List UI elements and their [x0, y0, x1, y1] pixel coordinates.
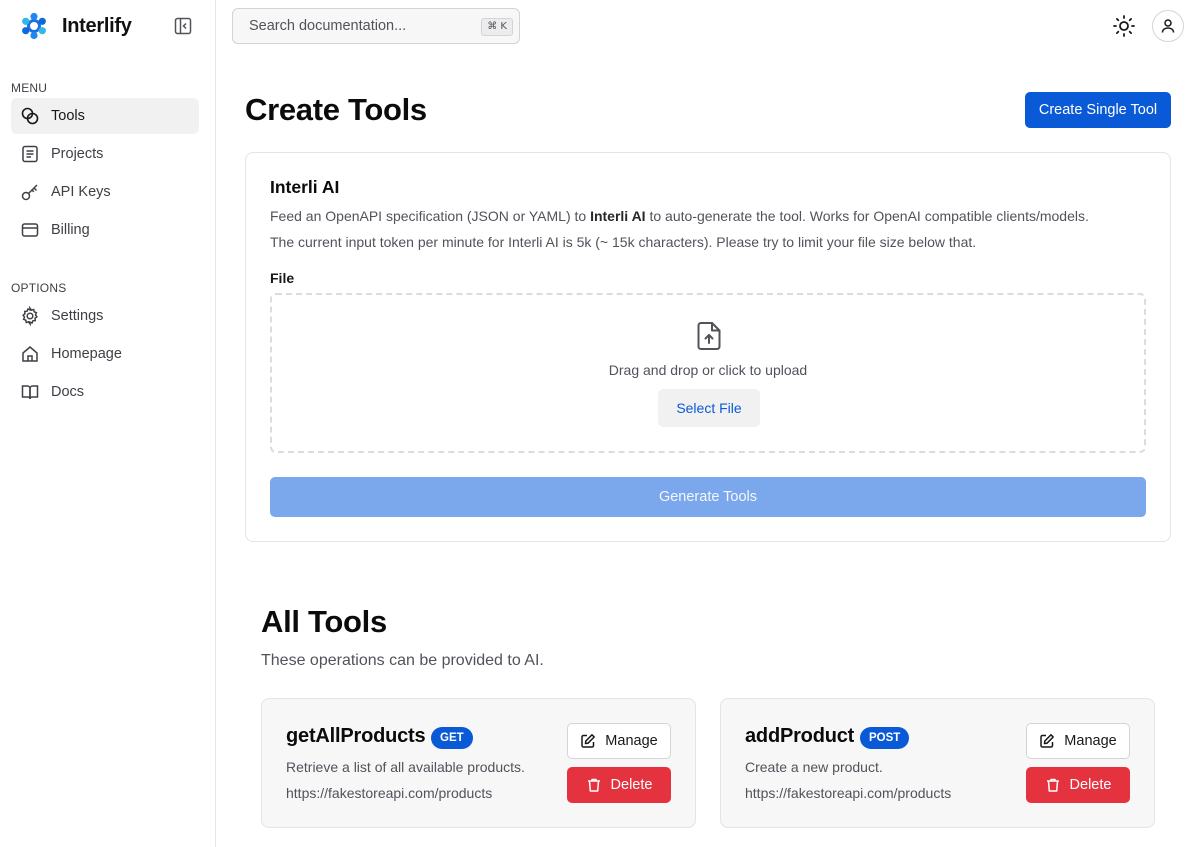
sidebar-item-label: Homepage [51, 346, 122, 362]
search-shortcut-hint: ⌘ K [481, 18, 513, 36]
sun-icon[interactable] [1112, 14, 1136, 38]
generate-tools-button[interactable]: Generate Tools [270, 477, 1146, 517]
card-description: Feed an OpenAPI specification (JSON or Y… [270, 203, 1150, 255]
search-bar[interactable]: ⌘ K [232, 8, 520, 44]
tools-icon [21, 107, 39, 125]
manage-label: Manage [1064, 733, 1117, 749]
sidebar-item-docs[interactable]: Docs [11, 374, 199, 410]
search-input[interactable] [249, 18, 469, 34]
file-label: File [270, 270, 295, 286]
method-badge: POST [860, 727, 910, 749]
delete-button[interactable]: Delete [1026, 767, 1130, 803]
all-tools-title: All Tools [261, 604, 387, 639]
sidebar-item-billing[interactable]: Billing [11, 212, 199, 248]
card-title: Interli AI [270, 177, 340, 197]
manage-label: Manage [605, 733, 658, 749]
delete-label: Delete [610, 777, 653, 793]
tool-name: getAllProducts [286, 725, 426, 747]
gear-icon [22, 306, 38, 326]
app-name: Interlify [62, 14, 132, 37]
credit-card-icon [21, 223, 39, 237]
tool-url: https://fakestoreapi.com/products [745, 785, 952, 801]
sidebar-item-homepage[interactable]: Homepage [11, 336, 199, 372]
book-icon [21, 385, 39, 400]
dropzone-text: Drag and drop or click to upload [608, 362, 808, 378]
tool-description: Create a new product. [745, 759, 883, 775]
sidebar-item-settings[interactable]: Settings [11, 298, 199, 334]
projects-icon [22, 145, 38, 163]
sidebar-item-tools[interactable]: Tools [11, 98, 199, 134]
edit-icon [581, 734, 596, 748]
sidebar-item-label: Docs [51, 384, 85, 400]
select-file-button[interactable]: Select File [658, 389, 760, 427]
collapse-sidebar-icon[interactable] [173, 16, 193, 36]
sidebar-item-api-keys[interactable]: API Keys [11, 174, 199, 210]
key-icon [21, 184, 38, 201]
options-section-label: OPTIONS [11, 281, 67, 295]
interlify-logo-icon [22, 12, 46, 40]
create-single-tool-button[interactable]: Create Single Tool [1025, 92, 1171, 128]
page-title: Create Tools [245, 92, 427, 127]
delete-label: Delete [1069, 777, 1112, 793]
user-avatar-button[interactable] [1152, 10, 1184, 42]
tool-url: https://fakestoreapi.com/products [286, 785, 493, 801]
file-upload-icon [697, 322, 721, 350]
user-icon [1161, 19, 1175, 33]
brand[interactable]: Interlify [20, 11, 132, 41]
manage-button[interactable]: Manage [1026, 723, 1130, 759]
edit-icon [1040, 734, 1055, 748]
file-dropzone[interactable]: Drag and drop or click to upload Select … [270, 293, 1146, 453]
home-icon [22, 346, 38, 362]
sidebar-item-label: Tools [51, 108, 85, 124]
sidebar: Interlify MENU Tools Projects API Keys B… [0, 0, 216, 847]
sidebar-item-label: Projects [51, 146, 104, 162]
sidebar-item-label: API Keys [51, 184, 111, 200]
description-line-2: The current input token per minute for I… [270, 234, 977, 250]
sidebar-item-label: Billing [51, 222, 90, 238]
tool-name: addProduct [745, 725, 855, 747]
sidebar-item-projects[interactable]: Projects [11, 136, 199, 172]
tool-card: addProduct POST Create a new product. ht… [720, 698, 1155, 828]
delete-button[interactable]: Delete [567, 767, 671, 803]
interli-ai-card: Interli AI Feed an OpenAPI specification… [245, 152, 1171, 542]
tool-card: getAllProducts GET Retrieve a list of al… [261, 698, 696, 828]
menu-section-label: MENU [11, 81, 48, 95]
trash-icon [587, 778, 600, 792]
tool-description: Retrieve a list of all available product… [286, 759, 525, 775]
description-line-1: Feed an OpenAPI specification (JSON or Y… [270, 208, 1089, 224]
method-badge: GET [431, 727, 473, 749]
sidebar-item-label: Settings [51, 308, 104, 324]
all-tools-subtitle: These operations can be provided to AI. [261, 652, 544, 669]
trash-icon [1046, 778, 1059, 792]
manage-button[interactable]: Manage [567, 723, 671, 759]
